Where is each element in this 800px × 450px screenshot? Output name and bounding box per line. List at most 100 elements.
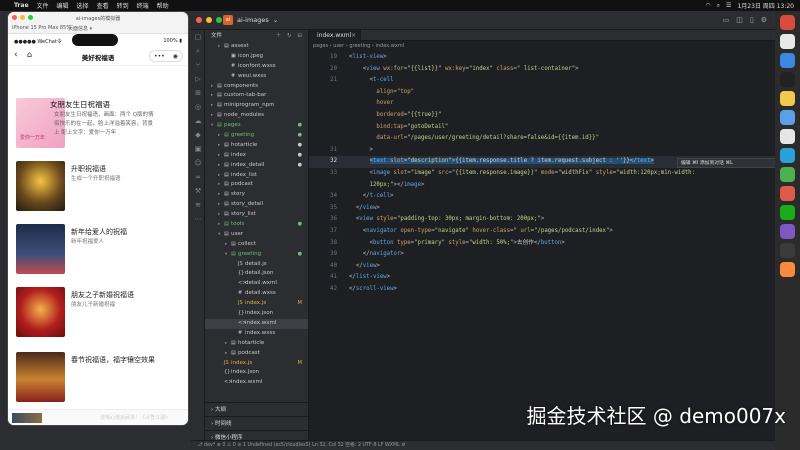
menu-terminal[interactable]: 终端 bbox=[137, 1, 149, 10]
menu-select[interactable]: 选择 bbox=[77, 1, 89, 10]
breadcrumb[interactable]: pages › user › greeting › index.wxml bbox=[309, 41, 775, 51]
tree-item[interactable]: ▸ ▤ greeting ● bbox=[205, 131, 308, 141]
tree-item[interactable]: ▸ ▤ index_list bbox=[205, 171, 308, 181]
tree-item[interactable]: ▸ ▤ index_detail ● bbox=[205, 161, 308, 171]
code-line[interactable]: data-url="/pages/user/greeting/detail?sh… bbox=[309, 133, 775, 145]
code-line[interactable]: 34 </t-cell> bbox=[309, 191, 775, 203]
code-line[interactable]: 41 </list-view> bbox=[309, 272, 775, 284]
code-line[interactable]: hover bbox=[309, 98, 775, 110]
tree-item[interactable]: ▸ ▤ index ● bbox=[205, 151, 308, 161]
code-line[interactable]: bind:tap="gotoDetail" bbox=[309, 122, 775, 134]
tree-item[interactable]: ▸ ▤ node_modules bbox=[205, 111, 308, 121]
project-switcher[interactable]: ai ai-images ⌄ bbox=[223, 15, 278, 25]
tree-item[interactable]: ▸ ▤ story bbox=[205, 190, 308, 200]
search-icon[interactable]: ⌕ bbox=[717, 2, 720, 10]
tree-item[interactable]: JS detail.js bbox=[205, 260, 308, 270]
tree-item[interactable]: ▸ ▤ components bbox=[205, 82, 308, 92]
menu-edit[interactable]: 编辑 bbox=[57, 1, 69, 10]
list-item[interactable]: 春节祝福语，福字镶空效果 bbox=[16, 352, 184, 408]
menu-file[interactable]: 文件 bbox=[37, 1, 49, 10]
tree-item[interactable]: ▸ ▤ hotarticle ● bbox=[205, 141, 308, 151]
app-icon[interactable] bbox=[780, 186, 795, 201]
ide-maximize-button[interactable] bbox=[216, 17, 222, 23]
wifi-icon[interactable]: ≋ bbox=[191, 198, 205, 212]
control-center-icon[interactable]: ☰ bbox=[726, 2, 731, 9]
wechat-icon[interactable]: ◎ bbox=[191, 100, 205, 114]
wifi-icon[interactable]: ◠ bbox=[705, 2, 710, 9]
menu-help[interactable]: 帮助 bbox=[157, 1, 169, 10]
tree-item[interactable]: ▸ ▤ assest bbox=[205, 42, 308, 52]
outline-section[interactable]: › 大纲 bbox=[205, 402, 309, 416]
code-line[interactable]: 20 <view wx:for="{{list}}" wx:key="index… bbox=[309, 64, 775, 76]
menu-view[interactable]: 查看 bbox=[97, 1, 109, 10]
list-item[interactable]: 爱你一万年 女朋友生日祝福语 女朋友生日祝福语，画面：两个 Q版的情 侣快乐的在… bbox=[16, 98, 184, 154]
app-icon[interactable] bbox=[780, 72, 795, 87]
inline-action-popup[interactable]: 编辑 ⌘I 添加到对话 ⌘L bbox=[677, 158, 779, 168]
tree-item[interactable]: <>detail.wxml bbox=[205, 279, 308, 289]
code-line[interactable]: bordered="{{true}}" bbox=[309, 110, 775, 122]
layout-icon[interactable]: ▭ bbox=[723, 16, 730, 24]
tree-item[interactable]: ▸ ▤ story_detail bbox=[205, 200, 308, 210]
code-line[interactable]: 33 <image slot="image" src="{{item.respo… bbox=[309, 168, 775, 180]
panel-icon[interactable]: ▯ bbox=[750, 16, 754, 24]
tree-item[interactable]: ▾ ▤ user bbox=[205, 230, 308, 240]
tree-item[interactable]: ▾ ▤ pages ● bbox=[205, 121, 308, 131]
tree-item[interactable]: # weui.wxss bbox=[205, 72, 308, 82]
app-icon[interactable] bbox=[780, 110, 795, 125]
cloud-icon[interactable]: ☁ bbox=[191, 114, 205, 128]
app-icon[interactable] bbox=[780, 262, 795, 277]
code-line[interactable]: 39 </navigator> bbox=[309, 249, 775, 261]
code-line[interactable]: 120px;"></image> bbox=[309, 180, 775, 192]
tree-item[interactable]: {}index.json bbox=[205, 368, 308, 378]
debug-icon[interactable]: ▷ bbox=[191, 72, 205, 86]
code-area[interactable]: 19 <list-view> 20 <view wx:for="{{list}}" … bbox=[309, 52, 775, 295]
tools-icon[interactable]: ⚒ bbox=[191, 184, 205, 198]
close-circle-icon[interactable]: ◉ bbox=[173, 53, 178, 60]
compile-icon[interactable]: ◆ bbox=[191, 128, 205, 142]
tab-index-wxml[interactable]: index.wxml × bbox=[309, 30, 361, 41]
tree-item[interactable]: ▸ ▤ story_list bbox=[205, 210, 308, 220]
code-line[interactable]: 19 <list-view> bbox=[309, 52, 775, 64]
tree-item[interactable]: {}index.json bbox=[205, 309, 308, 319]
tree-item[interactable]: ▸ ▤ hotarticle bbox=[205, 339, 308, 349]
link-icon[interactable]: ∞ bbox=[191, 170, 205, 184]
menu-capsule[interactable]: ••• ◉ bbox=[149, 50, 183, 62]
tree-item[interactable]: <>index.wxml bbox=[205, 318, 308, 329]
tree-item[interactable]: {}detail.json bbox=[205, 269, 308, 279]
app-icon[interactable] bbox=[780, 224, 795, 239]
tree-item[interactable]: ▣ icon.jpeg bbox=[205, 52, 308, 62]
code-line[interactable]: 40 </view> bbox=[309, 261, 775, 273]
close-icon[interactable]: × bbox=[351, 30, 356, 41]
code-line[interactable]: 31 > bbox=[309, 145, 775, 157]
menubar-app-name[interactable]: Trae bbox=[14, 2, 29, 9]
app-icon[interactable] bbox=[780, 34, 795, 49]
tree-item[interactable]: JS index.js M bbox=[205, 359, 308, 369]
app-icon[interactable] bbox=[780, 53, 795, 68]
tree-item[interactable]: ▾ ▤ greeting ● bbox=[205, 250, 308, 260]
code-line[interactable]: 35 </view> bbox=[309, 203, 775, 215]
split-icon[interactable]: ◫ bbox=[736, 16, 743, 24]
list-item[interactable]: 升职祝福语 生成一个升职祝福语 bbox=[16, 161, 184, 217]
tree-item[interactable]: JS index.js M bbox=[205, 299, 308, 309]
tree-item[interactable]: # index.wxss bbox=[205, 329, 308, 339]
ad-banner[interactable]: 送啥心流派武将！《斗笠江湖》 bbox=[8, 409, 188, 425]
code-line[interactable]: 36 <view style="padding-top: 30px; margi… bbox=[309, 214, 775, 226]
source-control-icon[interactable]: ⑂ bbox=[191, 58, 205, 72]
files-icon[interactable]: ▢ bbox=[191, 30, 205, 44]
preview-icon[interactable]: ▣ bbox=[191, 142, 205, 156]
tree-item[interactable]: ▸ ▤ miniprogram_npm bbox=[205, 101, 308, 111]
extensions-icon[interactable]: ⊞ bbox=[191, 86, 205, 100]
tree-item[interactable]: ▸ ▤ podcast bbox=[205, 349, 308, 359]
robot-icon[interactable]: ☺ bbox=[191, 156, 205, 170]
ide-statusbar[interactable]: ⎇ dev* ⊗ 0 ⚠ 0 ⊘ 1 Undefined (es5/cloud/… bbox=[191, 440, 775, 450]
app-icon[interactable] bbox=[780, 91, 795, 106]
device-selector[interactable]: iPhone 15 Pro Max 85% bbox=[12, 25, 71, 31]
code-line[interactable]: 42 </scroll-view> bbox=[309, 284, 775, 296]
tree-item[interactable]: ▸ ▤ podcast bbox=[205, 180, 308, 190]
app-icon[interactable] bbox=[780, 148, 795, 163]
list-item[interactable]: 朋友之子新婚祝福语 朋友儿子新婚祝福 bbox=[16, 287, 184, 343]
tree-item[interactable]: # iconfont.wxss bbox=[205, 62, 308, 72]
dots-icon[interactable]: ⋯ bbox=[191, 212, 205, 226]
ide-close-button[interactable] bbox=[196, 17, 202, 23]
timeline-section[interactable]: › 时间线 bbox=[205, 416, 309, 430]
